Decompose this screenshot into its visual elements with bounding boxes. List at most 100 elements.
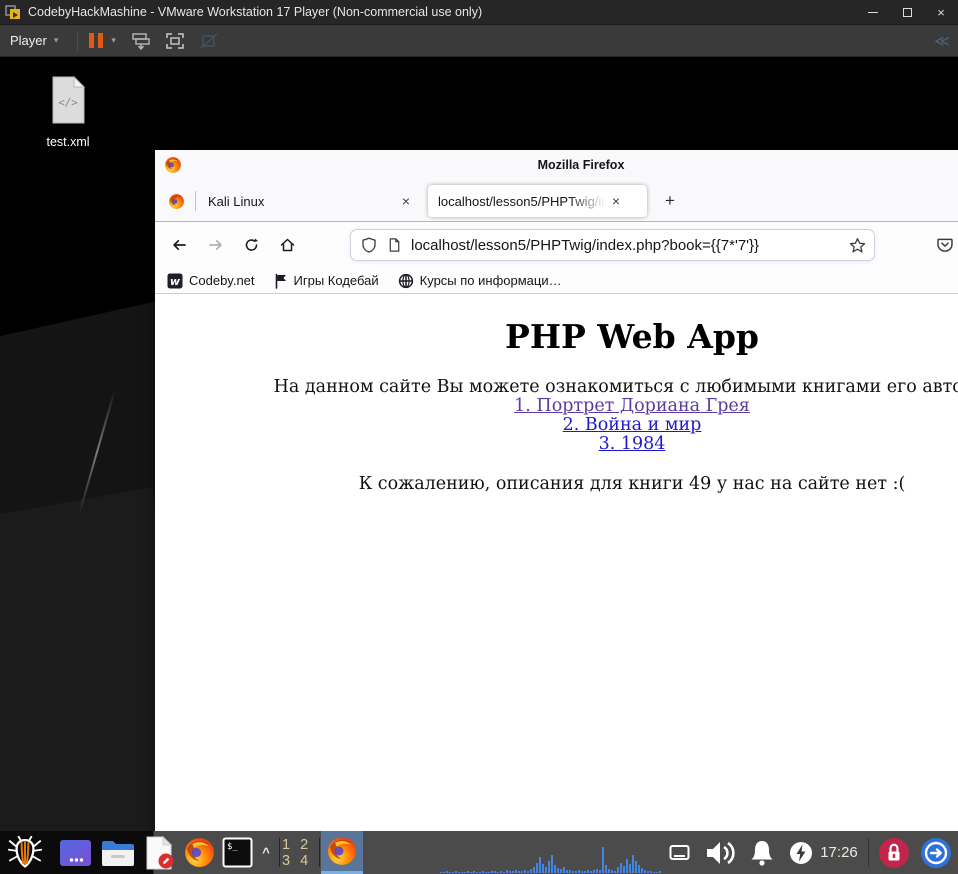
firefox-icon (328, 837, 356, 865)
xml-file-icon: </> (52, 75, 86, 124)
lock-icon (879, 837, 909, 868)
forward-button-disabled (203, 233, 227, 257)
vmware-toolbar: Player ▾ ▾ ≪ (0, 25, 958, 57)
clock-label: 17:26 (820, 844, 858, 861)
desktop-icon-label: test.xml (46, 135, 90, 149)
show-desktop-button[interactable] (55, 831, 95, 874)
flag-icon (275, 273, 286, 289)
folder-icon (102, 840, 134, 866)
minimize-button[interactable] (856, 0, 890, 25)
unity-mode-button-disabled (198, 31, 220, 51)
url-bar[interactable]: localhost/lesson5/PHPTwig/index.php?book… (350, 229, 875, 261)
volume-icon (707, 841, 735, 864)
vmware-window-controls: × (856, 0, 958, 25)
firefox-view-button[interactable] (163, 189, 189, 213)
svg-text:w: w (170, 275, 181, 288)
firefox-window: Mozilla Firefox Kali Linux × localhost/l… (155, 150, 958, 831)
vmware-titlebar: CodebyHackMashine - VMware Workstation 1… (0, 0, 958, 25)
vmware-player-icon (5, 4, 20, 19)
bookmark-label: Игры Кодебай (293, 273, 379, 288)
firefox-titlebar[interactable]: Mozilla Firefox (155, 150, 958, 180)
collapse-toolbar-icon[interactable]: ≪ (934, 32, 950, 50)
svg-text:$_: $_ (227, 842, 238, 852)
notifications-tray-button[interactable] (742, 831, 782, 874)
caret-down-icon: ▾ (53, 35, 59, 45)
kali-menu-icon (7, 835, 43, 868)
pocket-icon[interactable] (933, 233, 957, 257)
logout-arrow-icon (921, 837, 951, 868)
panel-divider (868, 838, 869, 867)
maximize-button[interactable] (890, 0, 924, 25)
player-menu-button[interactable]: Player ▾ (0, 25, 70, 56)
power-caret-icon[interactable]: ▾ (111, 35, 116, 46)
vm-desktop: </> test.xml Mozilla Firefox Kali Linux … (0, 57, 958, 831)
workspace-numbers: 1 2 3 4 (282, 836, 312, 869)
display-icon (669, 844, 689, 860)
home-button[interactable] (275, 233, 299, 257)
pause-icon (89, 33, 95, 48)
desktop-pager-icon (59, 839, 91, 866)
back-button[interactable] (167, 233, 191, 257)
firefox-icon (168, 193, 184, 209)
wallpaper-shape (0, 487, 180, 831)
page-intro-text: На данном сайте Вы можете ознакомиться с… (273, 377, 958, 398)
network-monitor-graph[interactable] (440, 843, 664, 873)
screen: CodebyHackMashine - VMware Workstation 1… (0, 0, 958, 874)
text-editor-button[interactable] (139, 831, 179, 874)
power-manager-tray-button[interactable] (786, 831, 816, 874)
power-bolt-icon (790, 841, 812, 864)
vmware-window-title: CodebyHackMashine - VMware Workstation 1… (28, 5, 483, 19)
bell-icon (751, 840, 773, 866)
bookmarks-toolbar: w Codeby.net Игры Кодебай Курсы по инфор… (155, 268, 958, 294)
file-manager-button[interactable] (97, 831, 139, 874)
reload-button[interactable] (239, 233, 263, 257)
panel-divider (319, 838, 320, 867)
fullscreen-button[interactable] (164, 31, 186, 51)
close-button[interactable]: × (924, 0, 958, 25)
bookmark-games[interactable]: Игры Кодебай (274, 273, 379, 289)
globe-icon (398, 273, 413, 288)
url-text[interactable]: localhost/lesson5/PHPTwig/index.php?book… (411, 237, 849, 254)
text-editor-icon (146, 835, 174, 869)
display-tray-button[interactable] (664, 831, 694, 874)
firefox-icon (184, 838, 214, 867)
book-link-2[interactable]: 2. Война и мир (155, 416, 958, 435)
terminal-launcher-button[interactable]: $_ (219, 831, 255, 874)
chevron-up-icon: ^ (262, 845, 270, 860)
new-tab-button[interactable]: + (657, 189, 683, 213)
close-icon[interactable]: × (606, 191, 626, 211)
firefox-launcher-button[interactable] (179, 831, 219, 874)
bookmark-star-icon[interactable] (849, 237, 866, 254)
pause-icon (98, 33, 104, 48)
toolbar-divider (77, 30, 79, 51)
page-message-text: К сожалению, описания для книги 49 у нас… (358, 474, 906, 495)
firefox-tabbar: Kali Linux × localhost/lesson5/PHPTwig/i… (155, 180, 958, 222)
close-icon[interactable]: × (396, 191, 416, 211)
panel-expand-button[interactable]: ^ (255, 831, 277, 874)
workspace-switcher[interactable]: 1 2 3 4 (282, 831, 318, 874)
tab-label: Kali Linux (208, 193, 265, 209)
tab-localhost-active[interactable]: localhost/lesson5/PHPTwig/index.php × (428, 185, 647, 217)
page-body: PHP Web App На данном сайте Вы можете оз… (155, 317, 958, 495)
taskbar-firefox-window-button[interactable] (321, 831, 363, 874)
svg-text:</>: </> (58, 96, 78, 109)
kali-menu-button[interactable] (2, 831, 48, 874)
page-title: PHP Web App (505, 317, 759, 356)
logout-button[interactable] (916, 831, 956, 874)
send-ctrl-alt-del-button[interactable] (130, 31, 152, 51)
player-menu-label: Player (10, 33, 47, 48)
bookmark-label: Codeby.net (189, 273, 255, 288)
desktop-icon-test-xml[interactable]: </> test.xml (26, 75, 110, 149)
clock[interactable]: 17:26 (816, 831, 862, 874)
suspend-vm-button[interactable] (85, 33, 107, 48)
tab-label: localhost/lesson5/PHPTwig/index.php (438, 193, 606, 209)
page-info-icon[interactable] (387, 237, 402, 253)
book-link-3[interactable]: 3. 1984 (155, 435, 958, 454)
lock-screen-button[interactable] (874, 831, 914, 874)
bookmark-courses[interactable]: Курсы по информаци… (398, 273, 562, 289)
tab-kali-linux[interactable]: Kali Linux × (198, 184, 426, 218)
shield-icon[interactable] (361, 237, 377, 253)
book-link-1[interactable]: 1. Портрет Дориана Грея (155, 397, 958, 416)
bookmark-codeby[interactable]: w Codeby.net (167, 273, 255, 289)
volume-tray-button[interactable] (698, 831, 742, 874)
